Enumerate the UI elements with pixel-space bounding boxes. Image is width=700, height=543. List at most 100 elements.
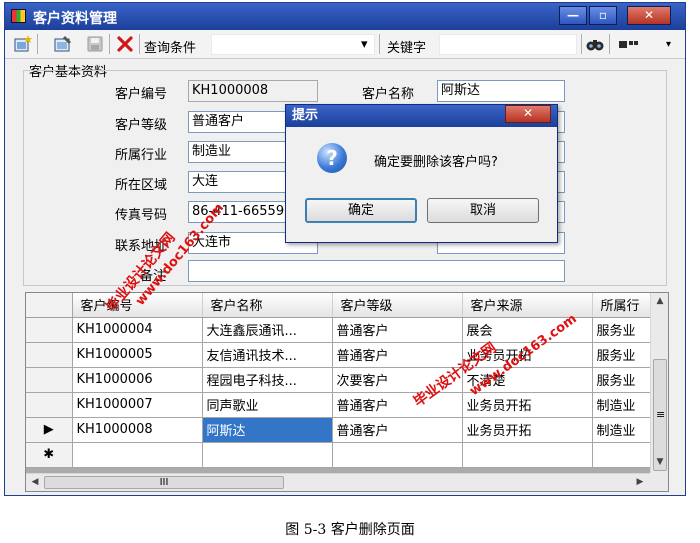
binoculars-icon[interactable] <box>585 34 605 54</box>
edit-icon[interactable] <box>53 34 73 54</box>
figure-caption: 图 5-3 客户删除页面 <box>285 522 415 538</box>
cell-name[interactable]: 友信通讯技术... <box>202 342 333 368</box>
row-header-corner[interactable] <box>26 293 73 318</box>
current-row-indicator[interactable]: ▶ <box>26 417 73 443</box>
industry-label: 所属行业 <box>115 148 168 163</box>
row-header[interactable] <box>26 342 73 368</box>
maximize-button[interactable]: ▫ <box>589 6 617 25</box>
keyword-input[interactable] <box>439 34 577 55</box>
close-button[interactable]: ✕ <box>627 6 671 25</box>
cell-name-selected[interactable]: 阿斯达 <box>202 417 333 443</box>
table-row[interactable]: KH1000005 友信通讯技术... 普通客户 业务员开拓 服务业 <box>26 342 651 368</box>
dialog-close-button[interactable]: ✕ <box>505 105 551 123</box>
ok-button[interactable]: 确定 <box>305 198 417 223</box>
column-header-id[interactable]: 客户编号 <box>72 293 203 318</box>
cell-level[interactable]: 普通客户 <box>332 417 463 443</box>
cell-source[interactable]: 展会 <box>462 317 593 343</box>
cell-name[interactable]: 程园电子科技... <box>202 367 333 393</box>
table-row[interactable]: KH1000004 大连鑫辰通讯... 普通客户 展会 服务业 <box>26 317 651 343</box>
cell-level[interactable]: 普通客户 <box>332 342 463 368</box>
cell-level[interactable]: 普通客户 <box>332 392 463 418</box>
delete-icon[interactable] <box>115 34 135 54</box>
cell-id[interactable]: KH1000007 <box>72 392 203 418</box>
more-options-icon[interactable] <box>617 34 638 54</box>
toolbar-separator <box>37 34 38 54</box>
column-header-name[interactable]: 客户名称 <box>202 293 333 318</box>
chevron-down-icon[interactable]: ▾ <box>361 37 368 52</box>
cell-industry[interactable]: 制造业 <box>592 392 651 418</box>
vertical-scrollbar[interactable]: ▲ ≡ ▼ <box>650 293 668 473</box>
cell-id[interactable]: KH1000004 <box>72 317 203 343</box>
cell-id[interactable]: KH1000008 <box>72 417 203 443</box>
new-row[interactable]: ✱ <box>26 442 651 468</box>
scroll-up-icon[interactable]: ▲ <box>652 296 668 306</box>
toolbar-overflow-icon[interactable]: ▾ <box>666 39 671 50</box>
save-icon[interactable] <box>85 34 105 54</box>
row-header[interactable] <box>26 392 73 418</box>
cell-industry[interactable]: 服务业 <box>592 342 651 368</box>
query-condition-label: 查询条件 <box>144 41 197 56</box>
column-header-level[interactable]: 客户等级 <box>332 293 463 318</box>
cell-name[interactable]: 同声歌业 <box>202 392 333 418</box>
scroll-down-icon[interactable]: ▼ <box>652 457 668 467</box>
horizontal-grip-icon: III <box>159 477 169 488</box>
query-condition-select[interactable] <box>211 34 375 55</box>
remark-label: 备注 <box>140 269 167 284</box>
scroll-left-icon[interactable]: ◀ <box>27 477 43 487</box>
new-cell[interactable] <box>72 442 203 468</box>
customer-management-window: 客户资料管理 — ▫ ✕ 查询条件 ▾ 关键字 ▾ 客户基本资料 客户编号 KH… <box>4 2 686 496</box>
cell-industry[interactable]: 服务业 <box>592 367 651 393</box>
dialog-message: 确定要删除该客户吗? <box>374 155 498 170</box>
column-header-source[interactable]: 客户来源 <box>462 293 593 318</box>
question-icon: ? <box>317 143 347 173</box>
table-row[interactable]: KH1000007 同声歌业 普通客户 业务员开拓 制造业 <box>26 392 651 418</box>
vertical-scroll-thumb[interactable]: ≡ <box>653 359 667 471</box>
minimize-button[interactable]: — <box>559 6 587 25</box>
cell-industry[interactable]: 制造业 <box>592 417 651 443</box>
cell-source[interactable]: 业务员开拓 <box>462 342 593 368</box>
horizontal-scroll-thumb[interactable]: III <box>44 476 284 489</box>
column-header-industry[interactable]: 所属行 <box>592 293 651 318</box>
title-bar[interactable]: 客户资料管理 — ▫ ✕ <box>5 3 685 30</box>
confirm-dialog: 提示 ✕ ? 确定要删除该客户吗? 确定 取消 <box>285 104 558 243</box>
keyword-label: 关键字 <box>387 41 427 56</box>
vertical-grip-icon: ≡ <box>656 408 666 421</box>
cell-level[interactable]: 次要客户 <box>332 367 463 393</box>
new-cell[interactable] <box>332 442 463 468</box>
header-row: 客户编号 客户名称 客户等级 客户来源 所属行 <box>26 293 651 318</box>
cell-source[interactable]: 业务员开拓 <box>462 417 593 443</box>
customer-id-label: 客户编号 <box>115 87 168 102</box>
customer-id-field[interactable]: KH1000008 <box>188 80 318 102</box>
add-icon[interactable] <box>13 34 33 54</box>
cell-source[interactable]: 不清楚 <box>462 367 593 393</box>
address-label: 联系地址 <box>115 239 168 254</box>
new-cell[interactable] <box>592 442 651 468</box>
cell-industry[interactable]: 服务业 <box>592 317 651 343</box>
new-cell[interactable] <box>202 442 333 468</box>
customer-table: 客户编号 客户名称 客户等级 客户来源 所属行 KH1000004 大连鑫辰通讯… <box>26 293 651 468</box>
customer-grid[interactable]: 客户编号 客户名称 客户等级 客户来源 所属行 KH1000004 大连鑫辰通讯… <box>25 292 669 492</box>
cell-id[interactable]: KH1000005 <box>72 342 203 368</box>
row-header[interactable] <box>26 317 73 343</box>
table-row-selected[interactable]: ▶ KH1000008 阿斯达 普通客户 业务员开拓 制造业 <box>26 417 651 443</box>
toolbar-separator <box>581 34 582 54</box>
cell-id[interactable]: KH1000006 <box>72 367 203 393</box>
customer-name-label: 客户名称 <box>362 87 415 102</box>
toolbar-separator <box>139 34 140 54</box>
cell-level[interactable]: 普通客户 <box>332 317 463 343</box>
remark-field[interactable] <box>188 260 565 282</box>
window-title: 客户资料管理 <box>33 11 117 27</box>
table-row[interactable]: KH1000006 程园电子科技... 次要客户 不清楚 服务业 <box>26 367 651 393</box>
new-row-indicator[interactable]: ✱ <box>26 442 73 468</box>
cancel-button[interactable]: 取消 <box>427 198 539 223</box>
row-header[interactable] <box>26 367 73 393</box>
cell-name[interactable]: 大连鑫辰通讯... <box>202 317 333 343</box>
app-icon <box>11 9 26 23</box>
toolbar-separator <box>609 34 610 54</box>
cell-source[interactable]: 业务员开拓 <box>462 392 593 418</box>
new-cell[interactable] <box>462 442 593 468</box>
customer-name-field[interactable]: 阿斯达 <box>437 80 565 102</box>
scroll-right-icon[interactable]: ▶ <box>632 477 648 487</box>
scrollbar-corner <box>650 473 668 491</box>
horizontal-scrollbar[interactable]: ◀ III ▶ <box>26 473 650 491</box>
